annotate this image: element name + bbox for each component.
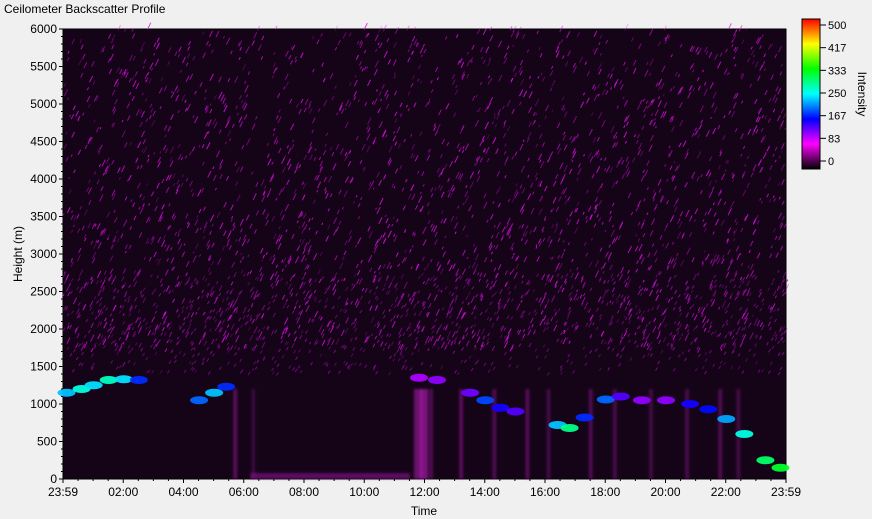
x-tick-label: 10:00	[349, 485, 379, 499]
cloud-mark	[506, 407, 525, 416]
cloud-mark	[632, 396, 651, 405]
x-axis: 23:59 02:00 04:00 06:00 08:00 10:00 12:00 14:00…	[48, 479, 801, 499]
x-tick-label: 16:00	[530, 485, 560, 499]
colorbar-tick-label: 500	[828, 20, 846, 32]
noise-mark	[147, 22, 152, 30]
x-tick-label: 23:59	[48, 485, 78, 499]
cloud-mark	[560, 424, 579, 432]
colorbar-label: Intensity	[855, 72, 869, 117]
cloud-mark	[657, 396, 676, 405]
cloud-mark	[756, 456, 775, 465]
x-tick-label: 02:00	[108, 485, 138, 499]
cloud-mark	[205, 388, 224, 397]
streak-mark	[718, 389, 723, 479]
streak-mark	[612, 389, 617, 479]
streak-mark	[492, 389, 497, 479]
x-tick-label: 04:00	[168, 485, 198, 499]
y-tick-label: 500	[37, 435, 57, 449]
colorbar-tick-label: 250	[828, 88, 846, 100]
y-axis-label: Height (m)	[11, 226, 25, 282]
cloud-mark	[717, 415, 736, 423]
cloud-mark	[409, 373, 428, 382]
colorbar-tick-label: 83	[828, 133, 840, 145]
y-tick-label: 3000	[30, 247, 57, 261]
streak-mark	[419, 389, 428, 479]
cloud-mark	[84, 381, 103, 390]
cloud-mark	[735, 430, 754, 438]
y-tick-label: 2000	[30, 322, 57, 336]
cloud-mark	[190, 396, 209, 405]
cloud-mark	[217, 382, 236, 391]
y-tick-label: 4500	[30, 135, 57, 149]
streak-mark	[588, 389, 593, 479]
cloud-mark	[771, 463, 790, 472]
cloud-mark	[699, 405, 718, 414]
chart-window: Ceilometer Backscatter Profile 0 500 1000 1…	[0, 0, 872, 519]
cloud-mark	[57, 388, 76, 397]
ground-band	[250, 473, 410, 479]
cloud-mark	[428, 376, 447, 384]
x-tick-label: 08:00	[289, 485, 319, 499]
streak-mark	[648, 389, 653, 479]
y-tick-label: 5500	[30, 60, 57, 74]
y-tick-label: 1000	[30, 397, 57, 411]
y-tick-label: 6000	[30, 22, 57, 36]
colorbar-tick-label: 417	[828, 43, 846, 55]
y-tick-label: 5000	[30, 97, 57, 111]
colorbar-tick-label: 333	[828, 65, 846, 77]
x-tick-label: 22:00	[711, 485, 741, 499]
streak-mark	[459, 389, 464, 479]
cloud-mark	[681, 400, 700, 408]
colorbar-ticks: 500 417 333 250 167 83 0	[820, 20, 846, 168]
streak-mark	[546, 389, 551, 479]
x-tick-label: 12:00	[409, 485, 439, 499]
y-tick-label: 0	[50, 472, 57, 486]
streak-mark	[525, 389, 530, 479]
x-tick-label: 14:00	[470, 485, 500, 499]
y-tick-label: 2500	[30, 285, 57, 299]
noise-mark	[728, 23, 732, 30]
x-tick-label: 20:00	[650, 485, 680, 499]
x-tick-label: 18:00	[590, 485, 620, 499]
y-tick-label: 4000	[30, 172, 57, 186]
chart-svg: 0500100015002000250030003500400045005000…	[11, 18, 869, 518]
colorbar	[801, 18, 821, 170]
colorbar-tick-label: 0	[828, 156, 834, 168]
streak-mark	[233, 389, 238, 479]
cloud-mark	[611, 392, 630, 401]
x-tick-label: 23:59	[771, 485, 801, 499]
cloud-mark	[461, 388, 480, 397]
cloud-mark	[129, 376, 148, 384]
cloud-mark	[575, 413, 594, 422]
cloud-mark	[491, 403, 510, 412]
x-tick-label: 06:00	[229, 485, 259, 499]
cloud-mark	[476, 396, 495, 405]
y-axis: 0 500 1000 1500 2000 2500 3000 3500 4000 4500 5000…	[30, 22, 63, 486]
streak-mark	[429, 389, 434, 479]
x-axis-label: Time	[411, 504, 438, 518]
colorbar-tick-label: 167	[828, 111, 846, 123]
streak-mark	[251, 389, 256, 479]
y-tick-label: 3500	[30, 210, 57, 224]
y-tick-label: 1500	[30, 360, 57, 374]
